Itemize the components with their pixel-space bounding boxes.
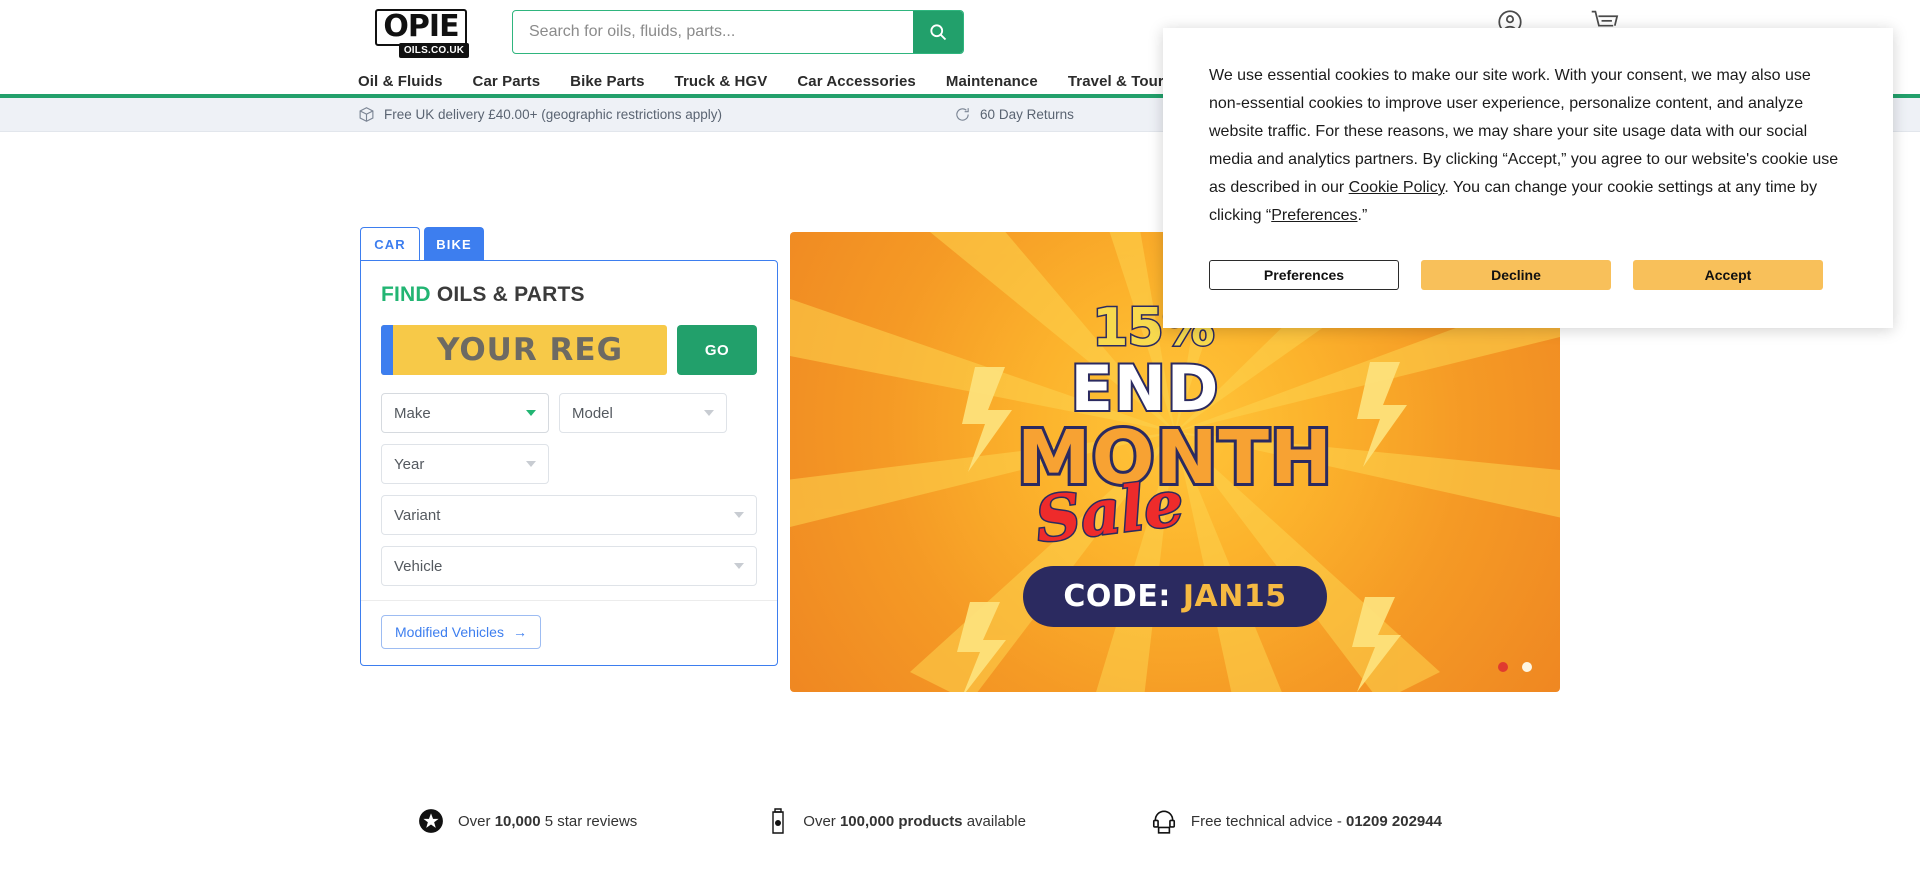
chevron-down-icon: [704, 410, 714, 416]
finder-title-rest: OILS & PARTS: [430, 283, 585, 306]
search-icon: [930, 24, 947, 41]
info-label-returns: 60 Day Returns: [980, 107, 1074, 122]
trust-label-advice: Free technical advice - 01209 202944: [1190, 812, 1442, 830]
make-model-row: Make Model: [381, 393, 757, 433]
finder-panel: FIND OILS & PARTS YOUR REG GO Make Model…: [360, 260, 778, 666]
return-arrow-icon: [956, 108, 969, 121]
cookie-text-part1: We use essential cookies to make our sit…: [1209, 67, 1839, 196]
chevron-down-icon: [734, 563, 744, 569]
oil-bottle-icon: [772, 808, 784, 834]
tab-bike[interactable]: BIKE: [424, 227, 484, 260]
star-badge-icon: [419, 809, 443, 833]
cookie-preferences-link[interactable]: Preferences: [1271, 207, 1357, 224]
tab-car[interactable]: CAR: [360, 227, 420, 260]
select-vehicle[interactable]: Vehicle: [381, 546, 757, 586]
finder-title: FIND OILS & PARTS: [381, 283, 757, 307]
banner-code-value: JAN15: [1182, 578, 1287, 614]
modified-vehicles-label: Modified Vehicles: [395, 624, 504, 640]
select-model-label: Model: [572, 404, 613, 422]
banner-line2-wrap: MONTH Sale: [1014, 412, 1335, 558]
banner-code-pill: CODE: JAN15: [1023, 565, 1327, 627]
year-row: Year: [381, 444, 757, 484]
trust-label-reviews: Over 10,000 5 star reviews: [458, 812, 638, 830]
select-make[interactable]: Make: [381, 393, 549, 433]
vehicle-finder: CAR BIKE FIND OILS & PARTS YOUR REG GO M…: [360, 227, 778, 666]
headset-icon: [1152, 810, 1175, 834]
info-item-returns: 60 Day Returns: [954, 106, 1074, 123]
trust-label-products: Over 100,000 products available: [803, 812, 1026, 830]
trust-item-reviews: Over 10,000 5 star reviews: [418, 808, 637, 834]
select-make-label: Make: [394, 404, 431, 422]
cookie-consent-text: We use essential cookies to make our sit…: [1209, 62, 1847, 230]
cookie-policy-link[interactable]: Cookie Policy: [1349, 179, 1445, 196]
search-button[interactable]: [913, 11, 963, 53]
trust-item-advice: Free technical advice - 01209 202944: [1151, 807, 1442, 835]
reg-plate-input[interactable]: YOUR REG: [381, 325, 667, 375]
cookie-button-row: Preferences Decline Accept: [1209, 260, 1847, 290]
logo-text: OPIE: [375, 8, 467, 46]
finder-tabs: CAR BIKE: [360, 227, 778, 260]
chevron-down-icon: [526, 410, 536, 416]
select-year[interactable]: Year: [381, 444, 549, 484]
reg-lookup-row: YOUR REG GO: [381, 325, 757, 375]
finder-title-green: FIND: [381, 283, 431, 306]
page-root: OPIE OILS.CO.UK Search for oils, fluids,…: [0, 0, 1920, 888]
reg-plate-blue-band: [381, 325, 393, 375]
trust-badges: Over 10,000 5 star reviews Over 100,000 …: [0, 807, 1920, 835]
select-year-label: Year: [394, 455, 425, 473]
modified-vehicles-row: Modified Vehicles →: [381, 601, 757, 665]
nav-item-car-parts[interactable]: Car Parts: [473, 73, 541, 90]
carousel-dot-1[interactable]: [1498, 662, 1508, 672]
variant-row: Variant: [381, 495, 757, 535]
reg-plate-placeholder: YOUR REG: [436, 332, 624, 368]
nav-item-maintenance[interactable]: Maintenance: [946, 73, 1038, 90]
cookie-preferences-button[interactable]: Preferences: [1209, 260, 1399, 290]
cookie-decline-button[interactable]: Decline: [1421, 260, 1611, 290]
search-input[interactable]: [513, 11, 913, 53]
chevron-down-icon: [526, 461, 536, 467]
carousel-dots: [1498, 662, 1532, 672]
cookie-text-part3: .”: [1357, 207, 1368, 224]
cookie-accept-button[interactable]: Accept: [1633, 260, 1823, 290]
carousel-dot-2[interactable]: [1522, 662, 1532, 672]
select-model[interactable]: Model: [559, 393, 727, 433]
arrow-right-icon: →: [512, 624, 527, 640]
nav-item-oil-fluids[interactable]: Oil & Fluids: [358, 73, 443, 90]
chevron-down-icon: [734, 512, 744, 518]
info-label-delivery: Free UK delivery £40.00+ (geographic res…: [384, 107, 723, 122]
reg-go-button[interactable]: GO: [677, 325, 757, 375]
nav-item-bike-parts[interactable]: Bike Parts: [570, 73, 644, 90]
trust-item-products: Over 100,000 products available: [767, 807, 1026, 835]
site-logo[interactable]: OPIE OILS.CO.UK: [360, 8, 482, 58]
search-bar: [512, 10, 964, 54]
modified-vehicles-button[interactable]: Modified Vehicles →: [381, 615, 541, 649]
logo-subtext: OILS.CO.UK: [398, 42, 470, 58]
nav-item-car-accessories[interactable]: Car Accessories: [797, 73, 916, 90]
info-item-delivery: Free UK delivery £40.00+ (geographic res…: [358, 106, 722, 123]
box-icon: [359, 107, 374, 122]
select-variant-label: Variant: [394, 506, 441, 524]
select-variant[interactable]: Variant: [381, 495, 757, 535]
banner-code-label: CODE:: [1063, 578, 1171, 614]
vehicle-row: Vehicle: [381, 546, 757, 586]
select-vehicle-label: Vehicle: [394, 557, 443, 575]
cookie-consent-banner: We use essential cookies to make our sit…: [1163, 28, 1893, 328]
nav-item-truck-hgv[interactable]: Truck & HGV: [675, 73, 768, 90]
